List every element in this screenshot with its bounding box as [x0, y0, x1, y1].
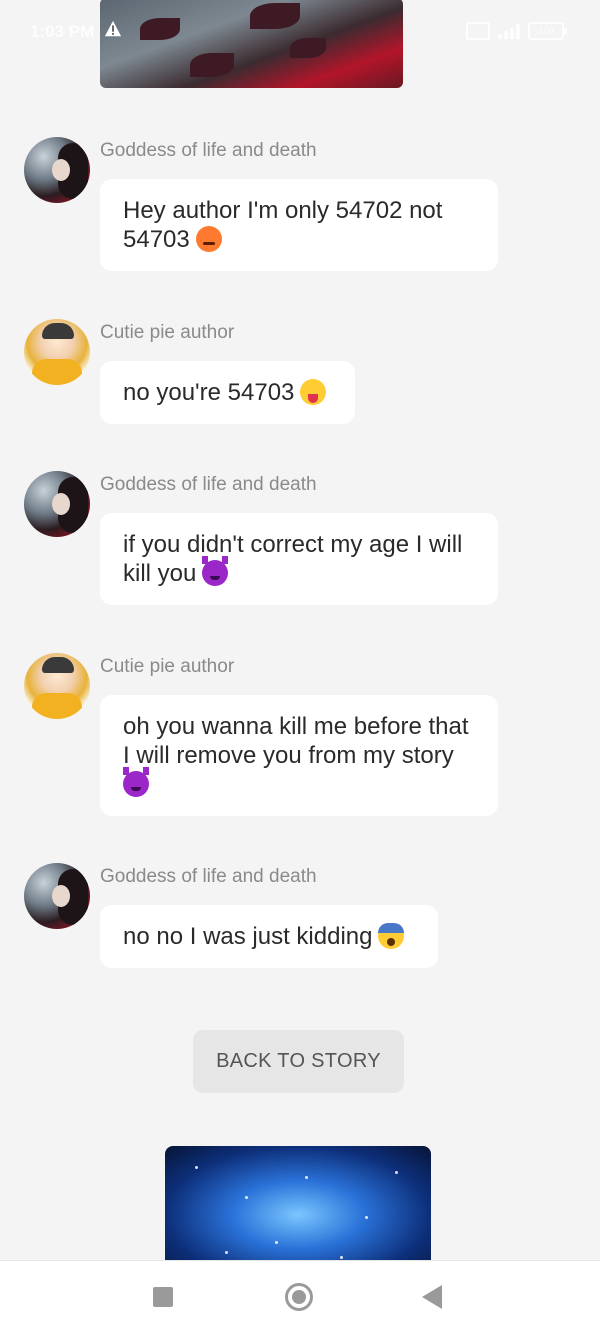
- avatar[interactable]: [24, 319, 90, 385]
- status-bar: 1:03 PM 100: [0, 0, 600, 64]
- triangle-back-icon[interactable]: [422, 1285, 442, 1309]
- author-name: Goddess of life and death: [100, 866, 317, 887]
- avatar[interactable]: [24, 471, 90, 537]
- status-right-icons: 100: [466, 22, 567, 40]
- author-name: Cutie pie author: [100, 656, 235, 677]
- angry-face-emoji: [195, 226, 222, 252]
- tongue-out-emoji: [300, 379, 327, 405]
- warning-icon: [104, 20, 122, 37]
- battery-icon: 100: [528, 22, 567, 40]
- author-name: Goddess of life and death: [100, 474, 317, 495]
- status-time: 1:03 PM: [30, 22, 95, 41]
- smiling-devil-emoji: [123, 767, 149, 797]
- smiling-devil-emoji: [202, 556, 229, 586]
- square-icon[interactable]: [153, 1287, 173, 1307]
- sim-icon: [466, 22, 490, 40]
- avatar[interactable]: [24, 863, 90, 929]
- back-to-story-button[interactable]: BACK TO STORY: [193, 1030, 404, 1093]
- message-bubble: Hey author I'm only 54702 not 54703: [100, 179, 498, 271]
- message-bubble: no no I was just kidding: [100, 905, 438, 968]
- fearful-face-emoji: [378, 923, 405, 949]
- author-name: Cutie pie author: [100, 322, 235, 343]
- message-text: oh you wanna kill me before that I will …: [123, 713, 469, 769]
- message-text: no no I was just kidding: [123, 923, 373, 950]
- message-text: no you're 54703: [123, 379, 295, 406]
- navigation-bar: [0, 1261, 600, 1333]
- battery-level: 100: [538, 26, 554, 36]
- message-text: if you didn't correct my age I will kill…: [123, 531, 463, 587]
- story-image-bottom[interactable]: [165, 1146, 431, 1271]
- message-bubble: no you're 54703: [100, 361, 355, 424]
- author-name: Goddess of life and death: [100, 140, 317, 161]
- message-bubble: oh you wanna kill me before that I will …: [100, 695, 498, 816]
- avatar[interactable]: [24, 653, 90, 719]
- message-bubble: if you didn't correct my age I will kill…: [100, 513, 498, 605]
- avatar[interactable]: [24, 137, 90, 203]
- signal-icon: [498, 23, 520, 39]
- circle-home-icon[interactable]: [285, 1283, 313, 1311]
- message-text: Hey author I'm only 54702 not 54703: [123, 197, 443, 253]
